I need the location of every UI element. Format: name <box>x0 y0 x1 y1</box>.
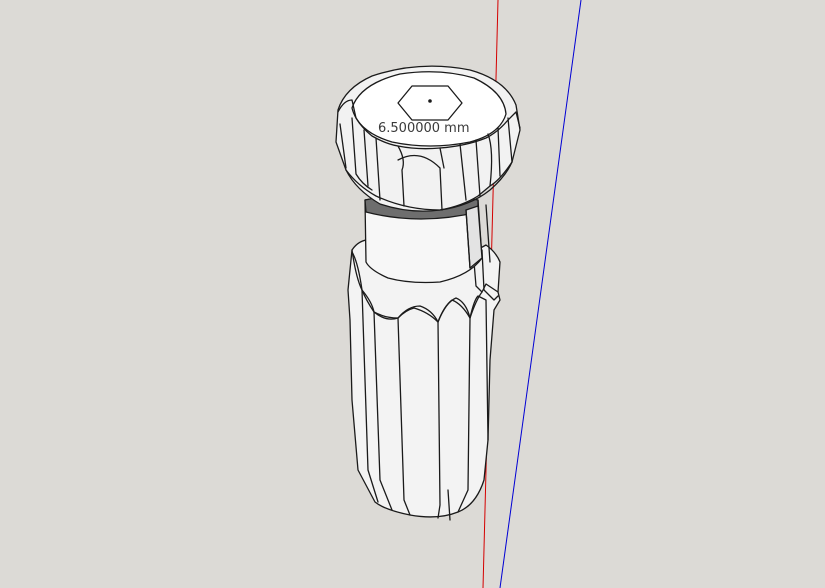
hex-center-point <box>428 99 432 103</box>
blue-axis <box>499 0 582 588</box>
hex-socket <box>397 85 463 121</box>
3d-modeling-viewport[interactable]: 6.500000 mm <box>0 0 825 588</box>
model-canvas[interactable] <box>0 0 825 588</box>
model-handle[interactable] <box>335 65 521 521</box>
